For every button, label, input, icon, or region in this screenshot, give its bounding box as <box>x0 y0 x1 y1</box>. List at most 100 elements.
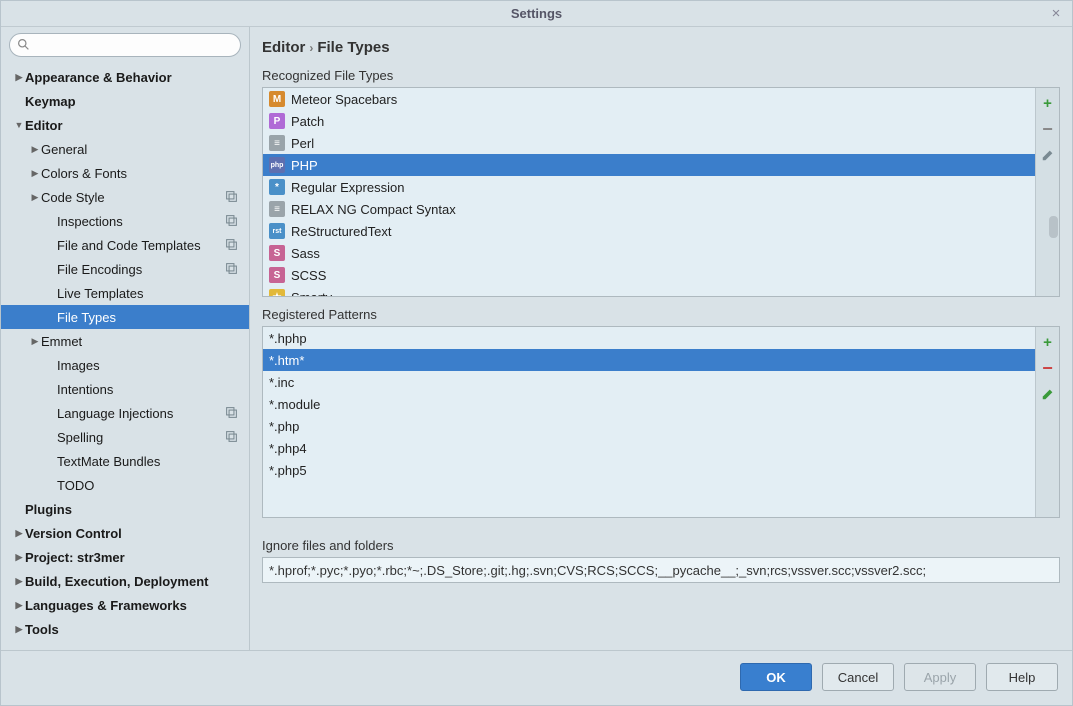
tree-item[interactable]: ▶Build, Execution, Deployment <box>1 569 249 593</box>
chevron-right-icon[interactable]: ▶ <box>13 600 25 611</box>
pattern-row[interactable]: *.htm* <box>263 349 1035 371</box>
pattern-row[interactable]: *.hphp <box>263 327 1035 349</box>
tree-item[interactable]: TextMate Bundles <box>1 449 249 473</box>
file-type-label: ReStructuredText <box>291 224 391 239</box>
file-type-row[interactable]: rst ReStructuredText <box>263 220 1035 242</box>
tree-item[interactable]: Language Injections <box>1 401 249 425</box>
chevron-right-icon[interactable]: ▶ <box>29 168 41 179</box>
pattern-label: *.inc <box>269 375 294 390</box>
dialog-footer: OK Cancel Apply Help <box>1 650 1072 705</box>
tree-item[interactable]: ▶Languages & Frameworks <box>1 593 249 617</box>
file-type-icon: P <box>269 113 285 129</box>
file-type-row[interactable]: S SCSS <box>263 264 1035 286</box>
chevron-right-icon[interactable]: ▶ <box>29 336 41 347</box>
breadcrumb: Editor›File Types <box>262 37 1060 68</box>
tree-item[interactable]: ▼Editor <box>1 113 249 137</box>
tree-item-label: Languages & Frameworks <box>25 598 249 613</box>
tree-item-label: Plugins <box>25 502 249 517</box>
tree-item[interactable]: ▶Emmet <box>1 329 249 353</box>
file-types-scrollbar[interactable] <box>1049 216 1058 238</box>
tree-item-label: TODO <box>57 478 249 493</box>
file-type-row[interactable]: ≡Perl <box>263 132 1035 154</box>
tree-item[interactable]: ▶Appearance & Behavior <box>1 65 249 89</box>
chevron-right-icon[interactable]: ▶ <box>29 144 41 155</box>
chevron-right-icon[interactable]: ▶ <box>13 552 25 563</box>
apply-button[interactable]: Apply <box>904 663 976 691</box>
tree-item[interactable]: ▶Project: str3mer <box>1 545 249 569</box>
file-type-row[interactable]: ≡RELAX NG Compact Syntax <box>263 198 1035 220</box>
help-button[interactable]: Help <box>986 663 1058 691</box>
tree-item-label: Emmet <box>41 334 249 349</box>
close-icon[interactable]: × <box>1048 5 1064 21</box>
search-input[interactable] <box>9 33 241 57</box>
file-type-row[interactable]: PPatch <box>263 110 1035 132</box>
settings-tree[interactable]: ▶Appearance & BehaviorKeymap▼Editor▶Gene… <box>1 61 249 650</box>
file-type-row[interactable]: phpPHP <box>263 154 1035 176</box>
project-scope-icon <box>225 238 239 252</box>
pattern-row[interactable]: *.module <box>263 393 1035 415</box>
add-file-type-button[interactable]: + <box>1039 94 1057 112</box>
tree-item[interactable]: ▶Code Style <box>1 185 249 209</box>
file-type-label: SCSS <box>291 268 326 283</box>
ignore-input[interactable] <box>262 557 1060 583</box>
tree-item[interactable]: TODO <box>1 473 249 497</box>
file-type-label: Perl <box>291 136 314 151</box>
file-type-row[interactable]: *Regular Expression <box>263 176 1035 198</box>
tree-item[interactable]: File Types <box>1 305 249 329</box>
chevron-right-icon[interactable]: ▶ <box>13 72 25 83</box>
cancel-button[interactable]: Cancel <box>822 663 894 691</box>
pattern-label: *.php4 <box>269 441 307 456</box>
pattern-row[interactable]: *.php4 <box>263 437 1035 459</box>
recognized-file-types-section: Recognized File Types MMeteor SpacebarsP… <box>262 68 1060 297</box>
edit-pattern-button[interactable] <box>1039 385 1057 403</box>
tree-item[interactable]: Inspections <box>1 209 249 233</box>
remove-file-type-button[interactable]: − <box>1039 120 1057 138</box>
tree-item[interactable]: ▶Colors & Fonts <box>1 161 249 185</box>
chevron-right-icon[interactable]: ▶ <box>13 624 25 635</box>
tree-item[interactable]: Plugins <box>1 497 249 521</box>
tree-item[interactable]: File and Code Templates <box>1 233 249 257</box>
tree-item[interactable]: Keymap <box>1 89 249 113</box>
pattern-label: *.htm* <box>269 353 304 368</box>
chevron-down-icon[interactable]: ▼ <box>13 120 25 130</box>
pattern-row[interactable]: *.php <box>263 415 1035 437</box>
file-type-row[interactable]: SSass <box>263 242 1035 264</box>
patterns-wrap: *.hphp *.htm* *.inc *.module *.php *.php4 *.ph… <box>262 326 1060 518</box>
file-type-row[interactable]: MMeteor Spacebars <box>263 88 1035 110</box>
remove-pattern-button[interactable]: − <box>1039 359 1057 377</box>
tree-item[interactable]: ▶General <box>1 137 249 161</box>
file-type-icon: rst <box>269 223 285 239</box>
tree-item[interactable]: Spelling <box>1 425 249 449</box>
file-types-toolbar: + − <box>1035 88 1059 296</box>
file-types-list[interactable]: MMeteor SpacebarsPPatch≡PerlphpPHP*Regul… <box>263 88 1035 296</box>
tree-item[interactable]: ▶Tools <box>1 617 249 641</box>
edit-file-type-button[interactable] <box>1039 146 1057 164</box>
tree-item[interactable]: File Encodings <box>1 257 249 281</box>
main-panel: Editor›File Types Recognized File Types … <box>250 27 1072 650</box>
tree-item[interactable]: Images <box>1 353 249 377</box>
file-type-label: Sass <box>291 246 320 261</box>
file-type-icon: S <box>269 267 285 283</box>
chevron-right-icon[interactable]: ▶ <box>29 192 41 203</box>
pattern-row[interactable]: *.php5 <box>263 459 1035 481</box>
file-type-row[interactable]: ★Smarty <box>263 286 1035 296</box>
ok-button[interactable]: OK <box>740 663 812 691</box>
project-scope-icon <box>225 214 239 228</box>
chevron-right-icon[interactable]: ▶ <box>13 576 25 587</box>
tree-item[interactable]: ▶Version Control <box>1 521 249 545</box>
pattern-label: *.module <box>269 397 320 412</box>
file-type-icon: M <box>269 91 285 107</box>
settings-sidebar: ▶Appearance & BehaviorKeymap▼Editor▶Gene… <box>1 27 250 650</box>
breadcrumb-leaf: File Types <box>317 39 389 56</box>
pattern-label: *.php <box>269 419 299 434</box>
settings-window: Settings × ▶Appearance & BehaviorKeymap▼… <box>0 0 1073 706</box>
chevron-right-icon[interactable]: ▶ <box>13 528 25 539</box>
tree-item[interactable]: Live Templates <box>1 281 249 305</box>
pattern-row[interactable]: *.inc <box>263 371 1035 393</box>
ignore-label: Ignore files and folders <box>262 538 1060 557</box>
tree-item-label: Project: str3mer <box>25 550 249 565</box>
add-pattern-button[interactable]: + <box>1039 333 1057 351</box>
patterns-list[interactable]: *.hphp *.htm* *.inc *.module *.php *.php4 *.ph… <box>263 327 1035 517</box>
tree-item[interactable]: Intentions <box>1 377 249 401</box>
file-type-icon: * <box>269 179 285 195</box>
